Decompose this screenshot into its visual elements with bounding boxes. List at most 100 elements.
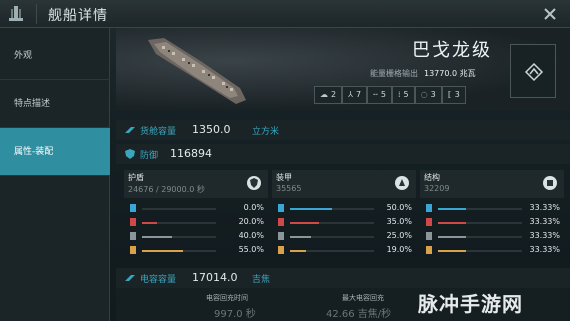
structure-name: 结构	[424, 173, 440, 182]
resist-bar-track	[142, 236, 216, 238]
ship-model-image	[148, 38, 246, 104]
resist-bar-fill	[290, 250, 306, 252]
kinetic-resist-icon	[130, 232, 136, 240]
armor-hp: 35565	[276, 184, 302, 193]
resist-bar-fill	[142, 236, 172, 238]
power-grid-value: 13770.0 兆瓦	[424, 69, 476, 78]
resist-bar-track	[438, 208, 522, 210]
structure-icon	[543, 176, 557, 190]
slot-high-value: 2	[331, 90, 337, 99]
capacitor-label: 电容容量	[140, 275, 177, 285]
resist-bar-fill	[142, 222, 157, 224]
eve-logo-icon	[9, 6, 23, 21]
tab-appearance[interactable]: 外观	[0, 32, 110, 80]
shield-resist-thermal-value: 20.0%	[238, 217, 264, 226]
shield-column: 护盾 24676 / 29000.0 秒 0.0% 20.0% 40.0% 55…	[124, 170, 268, 262]
armor-resist-em-value: 50.0%	[386, 203, 412, 212]
shield-resist-thermal: 20.0%	[124, 216, 268, 230]
resist-bar-fill	[290, 222, 319, 224]
armor-resist-thermal: 35.0%	[272, 216, 416, 230]
resist-bar-track	[438, 250, 522, 252]
resist-bar-track	[290, 222, 374, 224]
tab-features[interactable]: 特点描述	[0, 80, 110, 128]
ship-name: 巴戈龙级	[412, 40, 492, 61]
em-resist-icon	[426, 204, 432, 212]
armor-resist-kinetic: 25.0%	[272, 230, 416, 244]
sidebar: 外观 特点描述 属性-装配	[0, 28, 110, 321]
tab-appearance-label: 外观	[14, 51, 33, 61]
resist-bar-track	[142, 222, 216, 224]
explosive-resist-icon	[426, 246, 432, 254]
defense-label: 防御	[140, 151, 159, 161]
ship-details-window: 舰船详情 外观 特点描述 属性-装配 巴戈龙级 能量栅格输出 13770.0 兆…	[0, 0, 570, 321]
bracket-icon: ⁞	[398, 90, 401, 99]
shield-name: 护盾	[128, 173, 144, 182]
resist-bar-fill	[438, 208, 466, 210]
structure-resist-explosive: 33.33%	[420, 244, 564, 258]
power-grid-label: 能量栅格输出	[370, 69, 418, 78]
cargo-unit: 立方米	[252, 127, 280, 137]
resist-bar-track	[290, 250, 374, 252]
peak-recharge-label: 最大电容回充	[342, 294, 384, 302]
slot-low-value: 5	[403, 90, 409, 99]
resist-bar-track	[290, 208, 374, 210]
title-bar: 舰船详情	[0, 0, 570, 28]
dash-icon: ╌	[373, 90, 378, 99]
slot-mid: ╌ 5	[367, 86, 392, 104]
slot-rig: ◌ 3	[414, 86, 442, 104]
armor-resist-explosive: 19.0%	[272, 244, 416, 258]
shield-resist-explosive-value: 55.0%	[238, 245, 264, 254]
cargo-value: 1350.0	[192, 123, 231, 136]
cloud-icon: ☁	[320, 90, 328, 99]
watermark: 脉冲手游网	[418, 292, 523, 316]
title-divider	[36, 4, 37, 24]
em-resist-icon	[278, 204, 284, 212]
power-grid-row: 能量栅格输出 13770.0 兆瓦	[370, 68, 476, 79]
slot-mid-value: 5	[380, 90, 386, 99]
capacitor-value: 17014.0	[192, 271, 238, 284]
tab-attributes-fitting-label: 属性-装配	[14, 147, 54, 157]
resist-bar-fill	[438, 236, 466, 238]
explosive-resist-icon	[130, 246, 136, 254]
armor-column: 装甲 35565 50.0% 35.0% 25.0% 19.0%	[272, 170, 416, 262]
shield-header: 护盾 24676 / 29000.0 秒	[124, 170, 268, 198]
ship-class-badge[interactable]	[510, 44, 556, 98]
structure-hp: 32209	[424, 184, 450, 193]
structure-resist-kinetic-value: 33.33%	[529, 231, 560, 240]
armor-header: 装甲 35565	[272, 170, 416, 198]
armor-resist-explosive-value: 19.0%	[386, 245, 412, 254]
slot-turret: ⅄ 7	[342, 86, 368, 104]
shield-resist-kinetic: 40.0%	[124, 230, 268, 244]
structure-header: 结构 32209	[420, 170, 564, 198]
resist-bar-track	[438, 222, 522, 224]
resist-bar-track	[142, 250, 216, 252]
turret-icon: ⅄	[348, 90, 353, 99]
frame-icon: ⟦	[447, 90, 452, 99]
thermal-resist-icon	[426, 218, 432, 226]
kinetic-resist-icon	[278, 232, 284, 240]
structure-resist-thermal: 33.33%	[420, 216, 564, 230]
close-icon[interactable]	[540, 4, 560, 24]
shield-resist-kinetic-value: 40.0%	[238, 231, 264, 240]
armor-icon	[395, 176, 409, 190]
ring-icon: ◌	[420, 90, 428, 99]
resist-bar-fill	[438, 222, 466, 224]
resist-bar-track	[438, 236, 522, 238]
capacitor-unit: 吉焦	[252, 275, 271, 285]
window-title: 舰船详情	[48, 8, 108, 24]
shield-resist-em-value: 0.0%	[243, 203, 264, 212]
cargo-icon	[125, 127, 135, 133]
slot-low: ⁞ 5	[392, 86, 415, 104]
slot-turret-value: 7	[355, 90, 362, 99]
capacitor-icon	[125, 275, 135, 281]
armor-resist-thermal-value: 35.0%	[386, 217, 412, 226]
armor-resist-kinetic-value: 25.0%	[386, 231, 412, 240]
shield-resist-em: 0.0%	[124, 202, 268, 216]
slot-high: ☁ 2	[314, 86, 343, 104]
tab-features-label: 特点描述	[14, 99, 51, 109]
cargo-label: 货舱容量	[140, 127, 177, 137]
structure-resist-em: 33.33%	[420, 202, 564, 216]
tab-attributes-fitting[interactable]: 属性-装配	[0, 128, 110, 176]
resist-bar-fill	[142, 250, 183, 252]
cargo-row: 货舱容量 1350.0 立方米	[116, 120, 570, 140]
